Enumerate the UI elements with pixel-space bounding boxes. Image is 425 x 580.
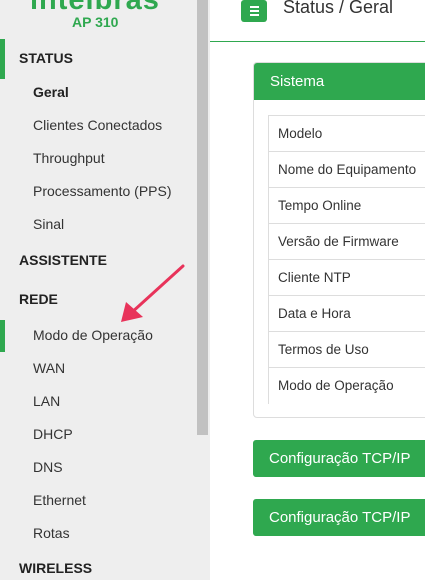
sidebar-item-rotas[interactable]: Rotas xyxy=(33,525,70,541)
row-label-cliente-ntp: Cliente NTP xyxy=(278,270,351,285)
tcpip-config-panel-title: Configuração TCP/IP xyxy=(269,509,411,526)
row-label-nome-do-equipamento: Nome do Equipamento xyxy=(278,162,417,177)
sistema-panel: Sistema Modelo Nome do Equipamento Tempo… xyxy=(253,62,425,418)
sistema-info-table: Modelo Nome do Equipamento Tempo Online … xyxy=(268,115,425,404)
intelbras-logo: intelbras AP 310 xyxy=(0,0,197,36)
table-row: Versão de Firmware xyxy=(269,224,425,260)
sidebar-item-dhcp[interactable]: DHCP xyxy=(33,426,73,442)
sidebar-item-ethernet[interactable]: Ethernet xyxy=(33,492,86,508)
row-label-modo-de-operacao: Modo de Operação xyxy=(278,378,394,393)
table-row: Nome do Equipamento xyxy=(269,152,425,188)
row-label-termos-de-uso: Termos de Uso xyxy=(278,342,369,357)
hamburger-icon xyxy=(250,6,259,8)
sidebar-item-lan[interactable]: LAN xyxy=(33,393,60,409)
sidebar-item-throughput[interactable]: Throughput xyxy=(33,150,105,166)
sistema-panel-title: Sistema xyxy=(270,73,325,90)
device-model-label: AP 310 xyxy=(72,14,119,30)
table-row: Termos de Uso xyxy=(269,332,425,368)
sidebar-item-processamento-pps[interactable]: Processamento (PPS) xyxy=(33,183,172,199)
item-highlight-marker xyxy=(0,320,5,352)
sidebar-section-rede[interactable]: REDE xyxy=(19,291,58,307)
sidebar-section-status[interactable]: STATUS xyxy=(19,50,73,66)
sistema-panel-header[interactable]: Sistema xyxy=(254,63,425,100)
row-label-versao-firmware: Versão de Firmware xyxy=(278,234,399,249)
sidebar-item-sinal[interactable]: Sinal xyxy=(33,216,64,232)
row-label-data-e-hora: Data e Hora xyxy=(278,306,351,321)
row-label-tempo-online: Tempo Online xyxy=(278,198,362,213)
sidebar-item-dns[interactable]: DNS xyxy=(33,459,63,475)
sidebar-item-wan[interactable]: WAN xyxy=(33,360,65,376)
sidebar-scrollbar[interactable] xyxy=(197,0,208,435)
tcpip-config-panel-1[interactable]: Configuração TCP/IP xyxy=(253,440,425,477)
sidebar-section-assistente[interactable]: ASSISTENTE xyxy=(19,252,107,268)
sidebar-item-modo-de-operacao[interactable]: Modo de Operação xyxy=(33,327,153,343)
sidebar: intelbras AP 310 STATUS Geral Clientes C… xyxy=(0,0,210,580)
sidebar-section-wireless[interactable]: WIRELESS xyxy=(19,560,92,576)
table-row: Tempo Online xyxy=(269,188,425,224)
tcpip-config-panel-title: Configuração TCP/IP xyxy=(269,450,411,467)
sidebar-item-geral[interactable]: Geral xyxy=(33,84,69,100)
sidebar-item-clientes-conectados[interactable]: Clientes Conectados xyxy=(33,117,162,133)
hamburger-icon-line xyxy=(250,14,259,16)
tcpip-config-panel-2[interactable]: Configuração TCP/IP xyxy=(253,499,425,536)
row-label-modelo: Modelo xyxy=(278,126,323,141)
section-active-marker xyxy=(0,39,5,79)
table-row: Modo de Operação xyxy=(269,368,425,404)
table-row: Cliente NTP xyxy=(269,260,425,296)
hamburger-icon-line xyxy=(250,10,259,12)
page-title: Status / Geral xyxy=(283,0,394,17)
table-row: Data e Hora xyxy=(269,296,425,332)
hamburger-menu-button[interactable] xyxy=(241,0,267,22)
page-header: Status / Geral xyxy=(210,0,425,42)
table-row: Modelo xyxy=(269,116,425,152)
